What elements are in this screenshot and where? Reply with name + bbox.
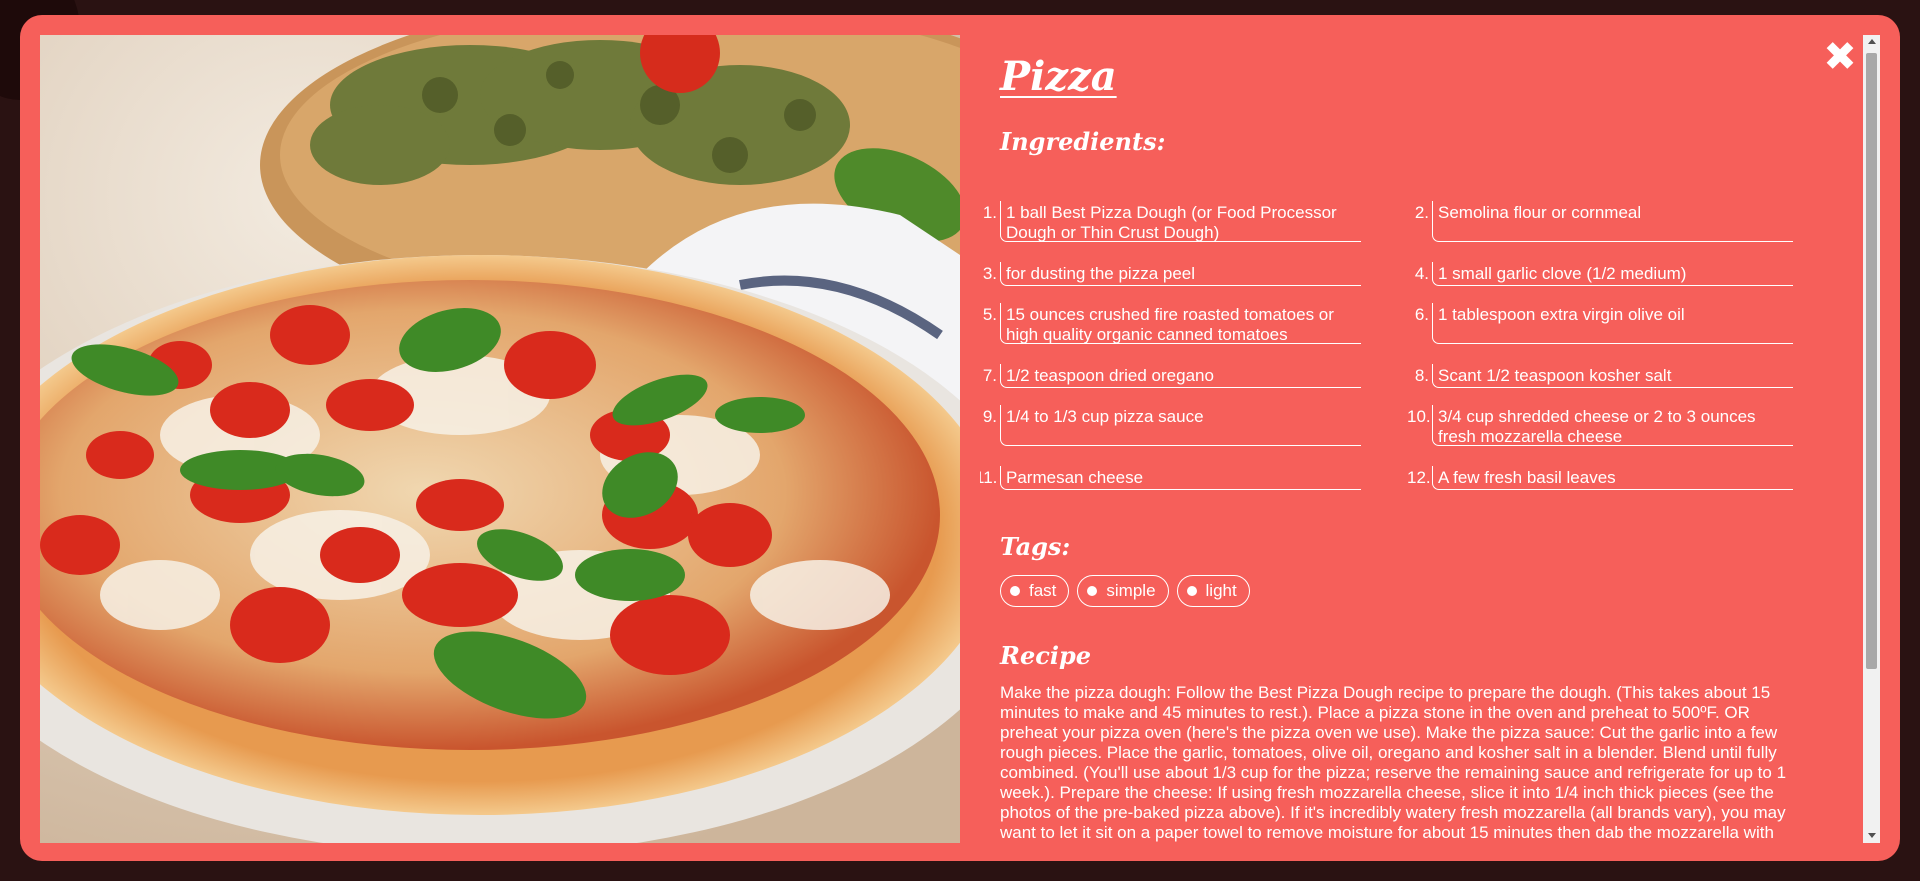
tag-label: fast [1029, 581, 1057, 600]
ingredient-number: 7. [982, 366, 997, 385]
scrollbar-thumb[interactable] [1866, 53, 1877, 669]
tag-chip[interactable]: light [1176, 575, 1250, 607]
close-icon: ✖ [1823, 34, 1857, 80]
recipe-image [40, 35, 960, 843]
ingredient-text: 1 ball Best Pizza Dough (or Food Process… [1006, 203, 1337, 242]
ingredient-item: 2. Semolina flour or cornmeal [1415, 201, 1793, 242]
ingredient-text: for dusting the pizza peel [1006, 264, 1196, 283]
ingredient-item: 4. 1 small garlic clove (1/2 medium) [1415, 262, 1793, 286]
recipe-title: Pizza [1000, 53, 1117, 100]
ingredient-item: 5. 15 ounces crushed fire roasted tomato… [983, 303, 1361, 344]
tag-label: light [1205, 581, 1237, 600]
recipe-instructions: Make the pizza dough: Follow the Best Pi… [1000, 683, 1787, 842]
ingredient-number: 4. [1414, 264, 1429, 283]
scroll-down-arrow[interactable] [1863, 829, 1880, 843]
ingredient-text: Semolina flour or cornmeal [1438, 203, 1642, 222]
tags-heading: Tags: [1000, 532, 1071, 561]
ingredient-number: 9. [982, 407, 997, 426]
ingredient-text: 1/4 to 1/3 cup pizza sauce [1006, 407, 1204, 426]
scrollbar[interactable] [1863, 35, 1880, 843]
ingredient-item: 3. for dusting the pizza peel [983, 262, 1361, 286]
ingredient-text: 1 small garlic clove (1/2 medium) [1438, 264, 1687, 283]
ingredient-item: 9. 1/4 to 1/3 cup pizza sauce [983, 405, 1361, 446]
tag-chip[interactable]: simple [1077, 575, 1169, 607]
ingredient-number: 2. [1414, 203, 1429, 222]
ingredient-text: 1/2 teaspoon dried oregano [1006, 366, 1214, 385]
ingredients-list: 1. 1 ball Best Pizza Dough (or Food Proc… [980, 201, 1860, 511]
ingredient-number: 11. [980, 468, 998, 487]
ingredient-number: 8. [1414, 366, 1429, 385]
ingredient-number: 6. [1414, 305, 1429, 324]
bullet-icon [1087, 586, 1098, 596]
ingredient-item: 8. Scant 1/2 teaspoon kosher salt [1415, 364, 1793, 388]
ingredient-text: 1 tablespoon extra virgin olive oil [1438, 305, 1685, 324]
bullet-icon [1186, 586, 1197, 596]
tags-list: fast simple light [1000, 575, 1258, 607]
close-button[interactable]: ✖ [1820, 37, 1860, 77]
ingredient-text: Parmesan cheese [1006, 468, 1144, 487]
scroll-up-arrow[interactable] [1863, 35, 1880, 49]
ingredient-item: 12. A few fresh basil leaves [1407, 466, 1793, 490]
ingredient-item: 11. Parmesan cheese [980, 466, 1361, 490]
ingredients-heading: Ingredients: [1000, 127, 1166, 156]
ingredient-item: 6. 1 tablespoon extra virgin olive oil [1415, 303, 1793, 344]
ingredient-text: 15 ounces crushed fire roasted tomatoes … [1006, 305, 1334, 344]
recipe-modal: Pizza Ingredients: 1. 1 ball Best Pizza … [20, 15, 1900, 861]
recipe-heading: Recipe [1000, 641, 1091, 670]
ingredient-number: 1. [982, 203, 997, 222]
ingredient-item: 7. 1/2 teaspoon dried oregano [983, 364, 1361, 388]
ingredient-text: 3/4 cup shredded cheese or 2 to 3 ounces… [1438, 407, 1756, 446]
tag-label: simple [1106, 581, 1156, 600]
ingredient-number: 3. [982, 264, 997, 283]
ingredient-text: Scant 1/2 teaspoon kosher salt [1438, 366, 1672, 385]
ingredient-text: A few fresh basil leaves [1438, 468, 1616, 487]
bullet-icon [1010, 586, 1020, 596]
ingredient-number: 12. [1407, 468, 1431, 487]
ingredient-item: 10. 3/4 cup shredded cheese or 2 to 3 ou… [1407, 405, 1793, 446]
ingredient-number: 10. [1407, 407, 1431, 426]
recipe-details: Pizza Ingredients: 1. 1 ball Best Pizza … [980, 35, 1860, 843]
ingredient-number: 5. [982, 305, 997, 324]
ingredient-item: 1. 1 ball Best Pizza Dough (or Food Proc… [983, 201, 1361, 242]
tag-chip[interactable]: fast [1000, 575, 1070, 607]
